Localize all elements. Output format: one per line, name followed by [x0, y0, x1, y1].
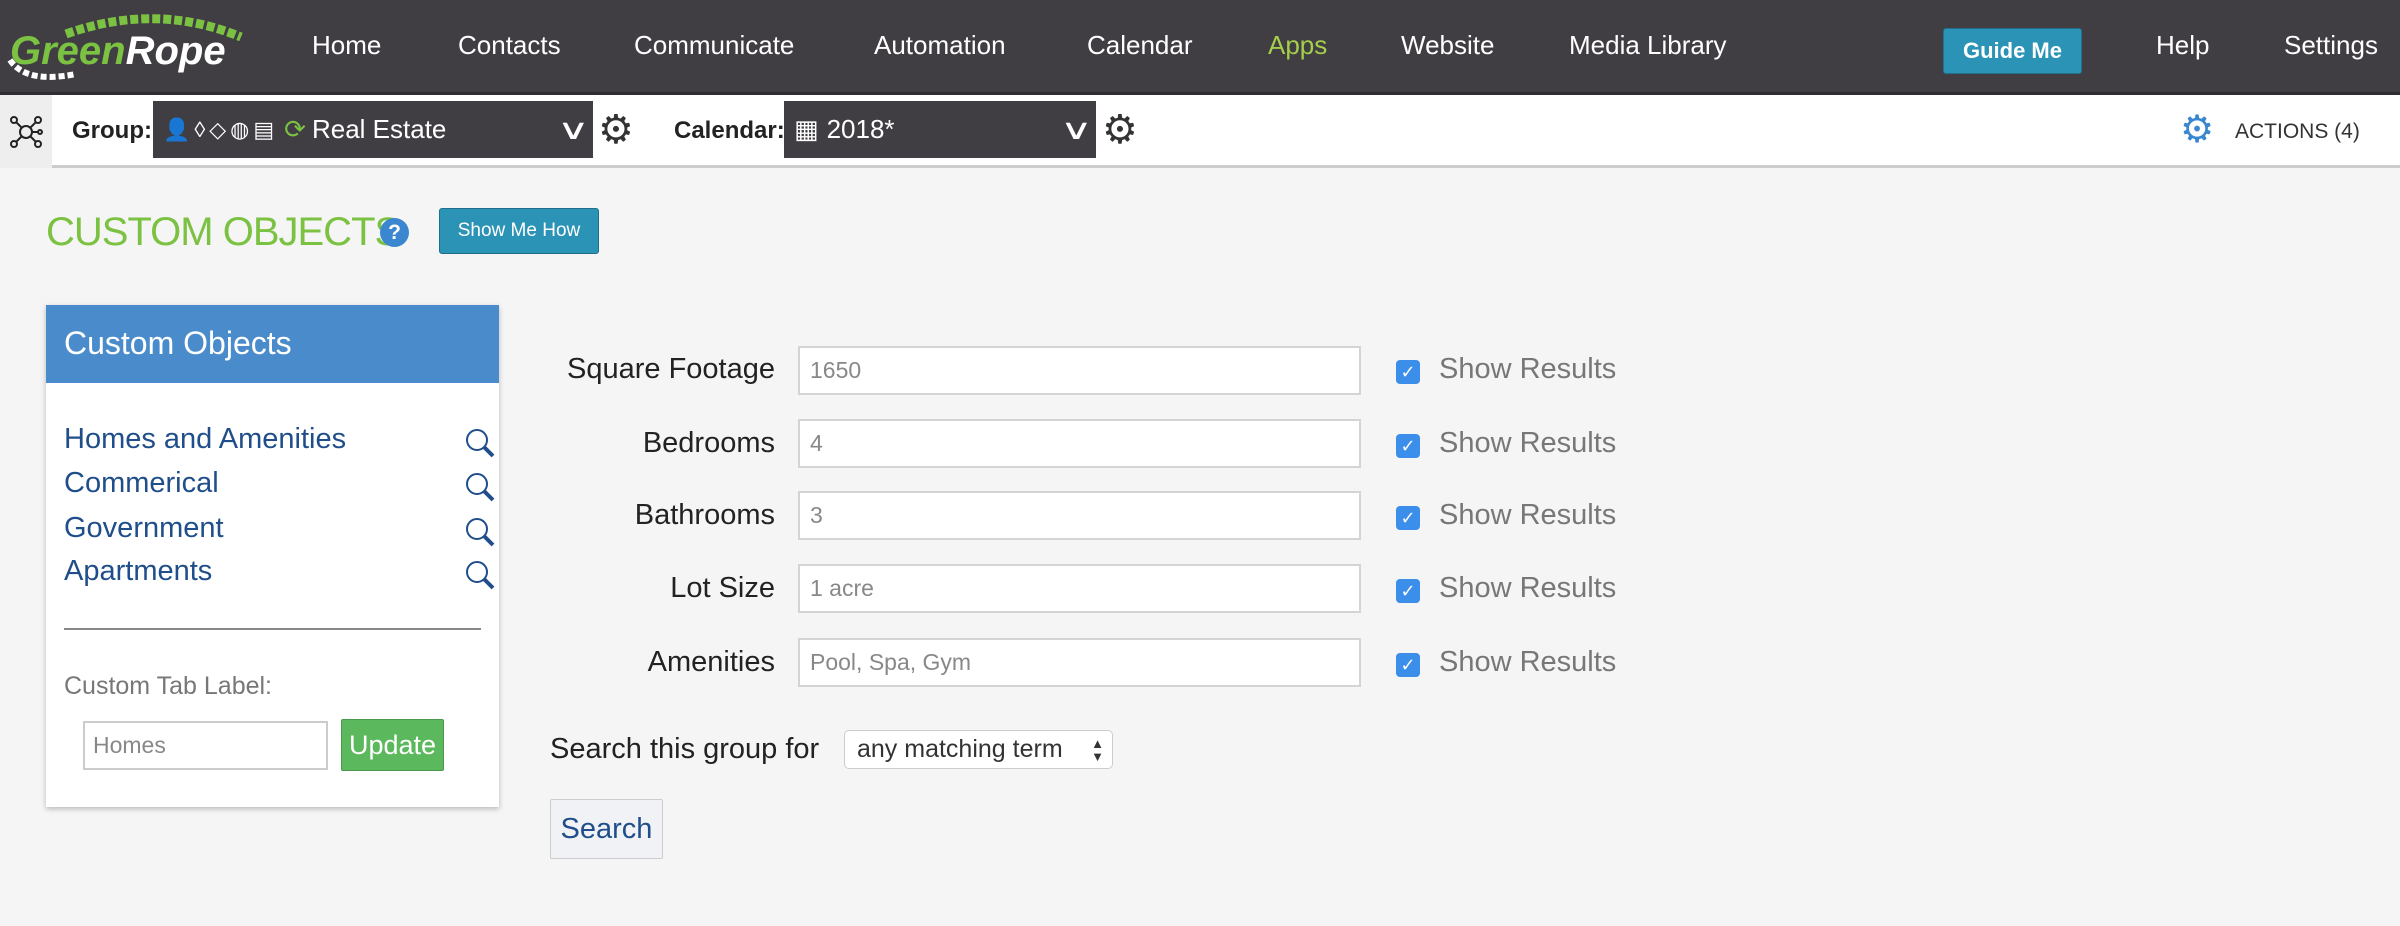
- chevron-down-icon: ∨: [1059, 114, 1093, 145]
- lot-size-input[interactable]: [798, 564, 1361, 613]
- amenities-input[interactable]: [798, 638, 1361, 687]
- search-icon[interactable]: [464, 559, 496, 591]
- show-me-how-button[interactable]: Show Me How: [439, 208, 599, 254]
- update-button[interactable]: Update: [341, 719, 444, 771]
- field-label: Bathrooms: [634, 499, 775, 531]
- group-type-icons: 👤◊◇◍▤: [163, 116, 279, 142]
- nav-home[interactable]: Home: [312, 30, 381, 61]
- panel-title: Custom Objects: [46, 305, 499, 383]
- calendar-gear-icon[interactable]: ⚙: [1102, 107, 1138, 153]
- show-results-checkbox[interactable]: ✓: [1396, 506, 1420, 530]
- greenrope-logo[interactable]: GreenRope: [6, 12, 246, 82]
- show-results-label: Show Results: [1439, 499, 1617, 531]
- object-link-government[interactable]: Government: [64, 512, 224, 545]
- calendar-label: Calendar:: [674, 117, 785, 144]
- custom-objects-panel: Custom Objects Homes and Amenities Comme…: [46, 305, 499, 807]
- calendar-value: 2018*: [826, 114, 895, 144]
- show-results-checkbox[interactable]: ✓: [1396, 434, 1420, 458]
- field-label: Amenities: [647, 646, 775, 678]
- actions-button[interactable]: ACTIONS (4): [2235, 120, 2360, 144]
- group-label: Group:: [72, 117, 152, 144]
- search-for-label: Search this group for: [550, 733, 820, 765]
- square-footage-input[interactable]: [798, 346, 1361, 395]
- show-results-label: Show Results: [1439, 427, 1617, 459]
- nav-apps[interactable]: Apps: [1268, 30, 1327, 61]
- field-label: Bedrooms: [642, 427, 775, 459]
- object-link-apartments[interactable]: Apartments: [64, 555, 212, 588]
- custom-tab-label: Custom Tab Label:: [64, 672, 272, 700]
- top-nav: GreenRope Home Contacts Communicate Auto…: [0, 0, 2400, 95]
- toolbar: Group: 👤◊◇◍▤ ⟳ Real Estate ∨ ⚙ Calendar:…: [0, 95, 2400, 168]
- search-icon[interactable]: [464, 516, 496, 548]
- svg-text:GreenRope: GreenRope: [10, 29, 226, 73]
- network-icon[interactable]: [0, 95, 52, 168]
- gears-icon[interactable]: ⚙: [2180, 107, 2214, 152]
- bathrooms-input[interactable]: [798, 491, 1361, 540]
- show-results-label: Show Results: [1439, 646, 1617, 678]
- nav-communicate[interactable]: Communicate: [634, 30, 794, 61]
- group-select[interactable]: 👤◊◇◍▤ ⟳ Real Estate ∨: [153, 101, 593, 158]
- divider: [64, 628, 481, 630]
- nav-contacts[interactable]: Contacts: [458, 30, 561, 61]
- help-icon[interactable]: ?: [380, 218, 409, 247]
- bedrooms-input[interactable]: [798, 419, 1361, 468]
- search-icon[interactable]: [464, 427, 496, 459]
- show-results-label: Show Results: [1439, 572, 1617, 604]
- custom-tab-input[interactable]: [83, 721, 328, 770]
- search-button[interactable]: Search: [550, 799, 663, 859]
- calendar-select[interactable]: ▦ 2018* ∨: [784, 101, 1096, 158]
- field-label: Square Footage: [567, 353, 775, 385]
- nav-automation[interactable]: Automation: [874, 30, 1006, 61]
- nav-media-library[interactable]: Media Library: [1569, 30, 1727, 61]
- nav-help[interactable]: Help: [2156, 30, 2209, 61]
- nav-website[interactable]: Website: [1401, 30, 1494, 61]
- show-results-checkbox[interactable]: ✓: [1396, 579, 1420, 603]
- refresh-icon[interactable]: ⟳: [284, 114, 306, 145]
- show-results-checkbox[interactable]: ✓: [1396, 653, 1420, 677]
- object-link-homes-and-amenities[interactable]: Homes and Amenities: [64, 423, 346, 456]
- show-results-label: Show Results: [1439, 353, 1617, 385]
- search-icon[interactable]: [464, 471, 496, 503]
- nav-calendar[interactable]: Calendar: [1087, 30, 1193, 61]
- nav-settings[interactable]: Settings: [2284, 30, 2378, 61]
- calendar-grid-icon: ▦: [794, 114, 819, 144]
- page-title: CUSTOM OBJECTS: [46, 210, 401, 254]
- search-mode-select[interactable]: any matching term ▲ ▼: [844, 730, 1113, 769]
- group-value: Real Estate: [311, 114, 447, 144]
- chevron-down-icon: ∨: [556, 114, 590, 145]
- group-gear-icon[interactable]: ⚙: [598, 107, 634, 153]
- field-label: Lot Size: [670, 572, 775, 604]
- updown-arrows-icon: ▲ ▼: [1091, 736, 1104, 764]
- show-results-checkbox[interactable]: ✓: [1396, 360, 1420, 384]
- guide-me-button[interactable]: Guide Me: [1943, 28, 2082, 74]
- search-mode-value: any matching term: [857, 735, 1063, 763]
- object-link-commerical[interactable]: Commerical: [64, 467, 219, 500]
